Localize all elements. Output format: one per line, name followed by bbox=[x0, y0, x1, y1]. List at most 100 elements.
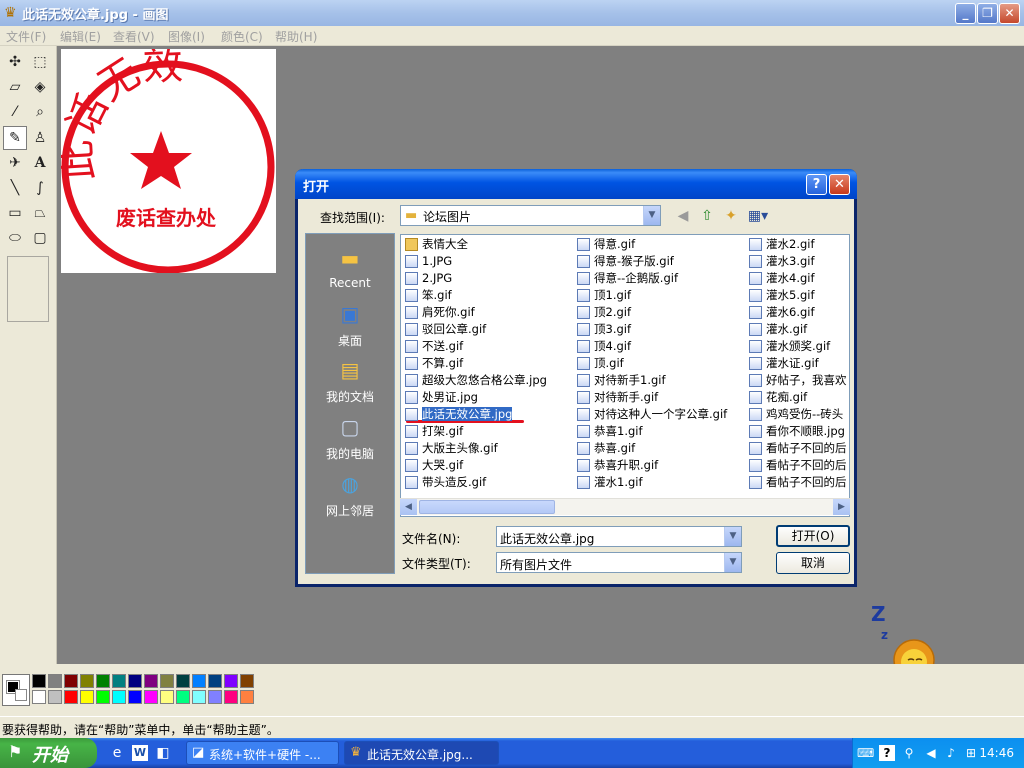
word-icon[interactable]: W bbox=[132, 745, 148, 761]
file-item[interactable]: 顶4.gif bbox=[575, 338, 745, 355]
file-item[interactable]: 超级大忽悠合格公章.jpg bbox=[403, 372, 573, 389]
file-item[interactable]: 对待新手.gif bbox=[575, 389, 745, 406]
palette-swatch[interactable] bbox=[112, 674, 126, 688]
palette-swatch[interactable] bbox=[224, 690, 238, 704]
task-paint[interactable]: ♛ 此话无效公章.jpg... bbox=[344, 741, 499, 765]
place-network[interactable]: ◍ 网上邻居 bbox=[306, 470, 394, 519]
file-item[interactable]: 看帖子不回的后 bbox=[747, 440, 849, 457]
line-icon[interactable]: ╲ bbox=[3, 176, 27, 200]
task-browser[interactable]: ◪ 系统+软件+硬件 -... bbox=[186, 741, 339, 765]
keyboard-icon[interactable]: ⌨ bbox=[857, 745, 874, 761]
file-item[interactable]: 顶.gif bbox=[575, 355, 745, 372]
eraser-icon[interactable]: ▱ bbox=[3, 75, 27, 99]
palette-swatch[interactable] bbox=[32, 674, 46, 688]
palette-swatch[interactable] bbox=[128, 674, 142, 688]
file-item[interactable]: 恭喜升职.gif bbox=[575, 457, 745, 474]
free-select-icon[interactable]: ✣ bbox=[3, 50, 27, 74]
palette-swatch[interactable] bbox=[32, 690, 46, 704]
file-item[interactable]: 驳回公章.gif bbox=[403, 321, 573, 338]
airbrush-icon[interactable]: ✈ bbox=[3, 151, 27, 175]
file-item[interactable]: 看你不顺眼.jpg bbox=[747, 423, 849, 440]
start-button[interactable]: ⚑ 开始 bbox=[0, 738, 97, 768]
fill-bucket-icon[interactable]: ◈ bbox=[28, 75, 52, 99]
rectangle-icon[interactable]: ▭ bbox=[3, 201, 27, 225]
ie-icon[interactable]: e bbox=[109, 745, 125, 761]
restore-button[interactable]: ❐ bbox=[977, 3, 998, 24]
scroll-right-icon[interactable]: ▶ bbox=[833, 499, 850, 515]
file-item[interactable]: 不送.gif bbox=[403, 338, 573, 355]
file-item[interactable]: 好帖子，我喜欢 bbox=[747, 372, 849, 389]
curve-icon[interactable]: ∫ bbox=[28, 176, 52, 200]
cancel-button[interactable]: 取消 bbox=[776, 552, 850, 574]
palette-swatch[interactable] bbox=[64, 690, 78, 704]
minimize-button[interactable]: _ bbox=[955, 3, 976, 24]
menu-image[interactable]: 图像(I) bbox=[168, 28, 205, 45]
file-item[interactable]: 看帖子不回的后 bbox=[747, 457, 849, 474]
help-tray-icon[interactable]: ? bbox=[879, 745, 895, 761]
file-item[interactable]: 不算.gif bbox=[403, 355, 573, 372]
file-item[interactable]: 顶3.gif bbox=[575, 321, 745, 338]
file-item[interactable]: 处男证.jpg bbox=[403, 389, 573, 406]
place-my-computer[interactable]: ▢ 我的电脑 bbox=[306, 413, 394, 462]
palette-swatch[interactable] bbox=[80, 674, 94, 688]
palette-swatch[interactable] bbox=[192, 674, 206, 688]
menu-file[interactable]: 文件(F) bbox=[6, 28, 46, 45]
rect-select-icon[interactable]: ⬚ bbox=[28, 50, 52, 74]
lookin-combo[interactable]: ▬ 论坛图片 ▼ bbox=[400, 205, 661, 226]
palette-swatch[interactable] bbox=[48, 674, 62, 688]
brush-icon[interactable]: ♙ bbox=[28, 126, 52, 150]
horizontal-scrollbar[interactable]: ◀ ▶ bbox=[400, 498, 850, 515]
palette-swatch[interactable] bbox=[240, 674, 254, 688]
palette-swatch[interactable] bbox=[240, 690, 254, 704]
palette-swatch[interactable] bbox=[96, 690, 110, 704]
file-item[interactable]: 灌水3.gif bbox=[747, 253, 849, 270]
file-item[interactable]: 顶1.gif bbox=[575, 287, 745, 304]
speaker-icon[interactable]: ♪ bbox=[943, 745, 959, 761]
palette-swatch[interactable] bbox=[208, 674, 222, 688]
file-item[interactable]: 带头造反.gif bbox=[403, 474, 573, 491]
file-item[interactable]: 大哭.gif bbox=[403, 457, 573, 474]
file-item[interactable]: 灌水颁奖.gif bbox=[747, 338, 849, 355]
menu-edit[interactable]: 编辑(E) bbox=[60, 28, 101, 45]
file-item[interactable]: 对待这种人一个字公章.gif bbox=[575, 406, 745, 423]
palette-swatch[interactable] bbox=[48, 690, 62, 704]
network-tray-icon[interactable]: ⊞ bbox=[963, 745, 979, 761]
file-item[interactable]: 花痴.gif bbox=[747, 389, 849, 406]
drawing-canvas[interactable]: 此话无效 废话查办处 bbox=[54, 42, 276, 274]
expand-tray-icon[interactable]: ◀ bbox=[923, 745, 939, 761]
file-item[interactable]: 恭喜.gif bbox=[575, 440, 745, 457]
file-item[interactable]: 灌水1.gif bbox=[575, 474, 745, 491]
palette-swatch[interactable] bbox=[128, 690, 142, 704]
filename-input[interactable]: 此话无效公章.jpg ▼ bbox=[496, 526, 742, 547]
file-item[interactable]: 肩死你.gif bbox=[403, 304, 573, 321]
palette-swatch[interactable] bbox=[160, 674, 174, 688]
file-item[interactable]: 灌水4.gif bbox=[747, 270, 849, 287]
place-recent[interactable]: ▬ Recent bbox=[306, 244, 394, 290]
file-item[interactable]: 灌水证.gif bbox=[747, 355, 849, 372]
polygon-icon[interactable]: ⏢ bbox=[28, 201, 52, 225]
palette-swatch[interactable] bbox=[176, 674, 190, 688]
chevron-down-icon[interactable]: ▼ bbox=[643, 206, 660, 225]
new-folder-icon[interactable]: ✦ bbox=[722, 207, 740, 225]
palette-swatch[interactable] bbox=[80, 690, 94, 704]
file-item[interactable]: 得意-猴子版.gif bbox=[575, 253, 745, 270]
ellipse-icon[interactable]: ⬭ bbox=[3, 226, 27, 250]
chevron-down-icon[interactable]: ▼ bbox=[724, 527, 741, 546]
palette-swatch[interactable] bbox=[192, 690, 206, 704]
palette-swatch[interactable] bbox=[144, 674, 158, 688]
close-button[interactable]: ✕ bbox=[999, 3, 1020, 24]
current-colors-indicator[interactable] bbox=[2, 674, 30, 706]
dialog-titlebar[interactable]: 打开 ? ✕ bbox=[295, 169, 857, 199]
open-button[interactable]: 打开(O) bbox=[776, 525, 850, 547]
palette-swatch[interactable] bbox=[160, 690, 174, 704]
file-item[interactable]: 得意.gif bbox=[575, 236, 745, 253]
back-icon[interactable]: ◀ bbox=[674, 207, 692, 225]
pencil-icon[interactable]: ✎ bbox=[3, 126, 27, 150]
file-item[interactable]: 恭喜1.gif bbox=[575, 423, 745, 440]
file-item[interactable]: 大版主头像.gif bbox=[403, 440, 573, 457]
palette-swatch[interactable] bbox=[96, 674, 110, 688]
menu-colors[interactable]: 颜色(C) bbox=[221, 28, 263, 45]
view-menu-icon[interactable]: ▦▾ bbox=[746, 207, 770, 225]
palette-swatch[interactable] bbox=[112, 690, 126, 704]
place-desktop[interactable]: ▣ 桌面 bbox=[306, 300, 394, 349]
